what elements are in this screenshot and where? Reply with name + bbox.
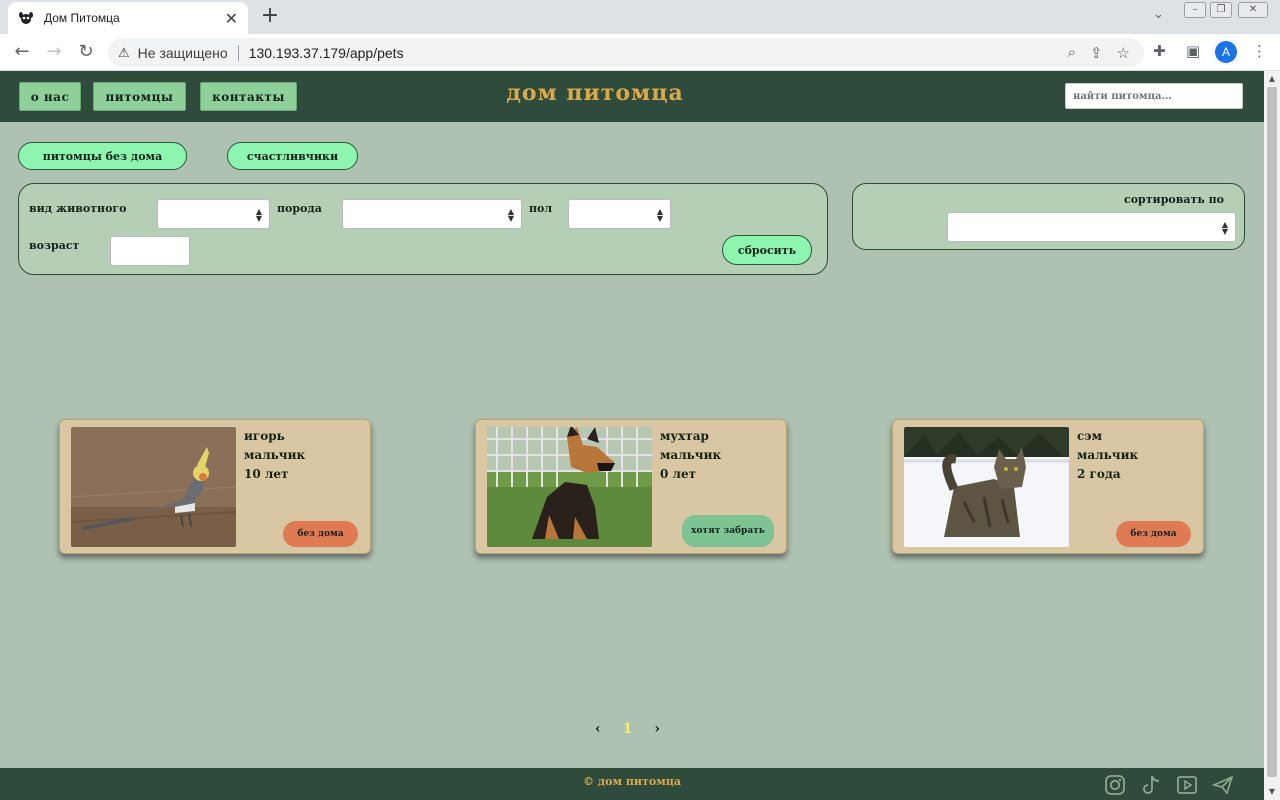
page-scrollbar[interactable]: ▲ ▼ — [1264, 71, 1280, 800]
tab-lucky-pets[interactable]: счастливчики — [227, 142, 358, 170]
new-tab-button[interactable]: + — [258, 4, 282, 28]
side-panel-icon[interactable]: ▣ — [1186, 42, 1200, 60]
status-badge: без дома — [283, 521, 358, 547]
select-arrows-icon: ▲ ▼ — [1221, 220, 1228, 236]
tab-search-chevron-icon[interactable]: ⌄ — [1153, 7, 1164, 22]
forward-icon[interactable]: → — [42, 41, 66, 65]
sort-panel: сортировать по ▲ ▼ — [852, 183, 1245, 250]
sex-label: пол — [529, 202, 553, 215]
tab-homeless-pets[interactable]: питомцы без дома — [18, 142, 187, 170]
next-page-icon[interactable]: › — [654, 721, 660, 737]
pet-age: 0 лет — [660, 467, 697, 481]
site-title[interactable]: дом питомца — [470, 80, 720, 106]
extensions-icon[interactable]: ✚ — [1153, 42, 1166, 60]
pet-name: сэм — [1077, 429, 1103, 443]
site-footer: © дом питомца — [0, 768, 1264, 800]
pet-age: 2 года — [1077, 467, 1121, 481]
zoom-icon[interactable]: ⌕ — [1068, 44, 1076, 62]
bookmark-star-icon[interactable]: ☆ — [1117, 44, 1130, 62]
site-header: о нас питомцы контакты дом питомца — [0, 71, 1264, 122]
status-badge: хотят забрать — [682, 515, 774, 547]
prev-page-icon[interactable]: ‹ — [595, 721, 601, 737]
age-input[interactable] — [110, 236, 190, 266]
tab-close-icon[interactable]: ✕ — [225, 9, 238, 28]
nav-contacts-button[interactable]: контакты — [200, 82, 297, 111]
pet-name: мухтар — [660, 429, 709, 443]
pet-name: игорь — [244, 429, 285, 443]
age-label: возраст — [29, 239, 80, 252]
browser-tab[interactable]: Дом Питомца ✕ — [8, 2, 248, 34]
pet-card[interactable]: мухтар мальчик 0 лет хотят забрать — [475, 419, 787, 554]
species-label: вид животного — [29, 202, 127, 215]
nav-about-button[interactable]: о нас — [19, 82, 81, 111]
pagination: ‹ 1 › — [595, 721, 660, 737]
pet-sex: мальчик — [660, 448, 722, 462]
pet-photo-parrot[interactable] — [71, 427, 236, 547]
restore-icon[interactable]: ❐ — [1210, 2, 1232, 18]
sort-label: сортировать по — [1124, 193, 1224, 206]
breed-select[interactable]: ▲ ▼ — [342, 199, 522, 229]
share-icon[interactable]: ⇪ — [1090, 44, 1103, 62]
telegram-icon[interactable] — [1212, 774, 1234, 796]
warning-icon[interactable]: ⚠ — [118, 45, 130, 61]
nav-pets-button[interactable]: питомцы — [93, 82, 186, 111]
pet-sex: мальчик — [244, 448, 306, 462]
profile-avatar[interactable]: A — [1215, 41, 1237, 63]
browser-tabstrip: Дом Питомца ✕ + ⌄ – ❐ ✕ — [0, 0, 1280, 34]
omnibox-divider — [237, 44, 239, 61]
browser-toolbar: ← → ↻ ⚠ Не защищено 130.193.37.179/app/p… — [0, 34, 1280, 71]
minimize-icon[interactable]: – — [1184, 2, 1206, 18]
scrollbar-thumb[interactable] — [1267, 87, 1277, 777]
scroll-down-icon[interactable]: ▼ — [1264, 787, 1280, 796]
tab-title: Дом Питомца — [44, 11, 120, 25]
tiktok-icon[interactable] — [1140, 774, 1162, 796]
paw-favicon-icon — [19, 12, 33, 24]
instagram-icon[interactable] — [1104, 774, 1126, 796]
sex-select[interactable]: ▲ ▼ — [568, 199, 671, 229]
select-arrows-icon: ▲ ▼ — [656, 207, 663, 223]
pet-photo-dog[interactable] — [487, 427, 652, 547]
status-badge: без дома — [1116, 521, 1191, 547]
search-input[interactable] — [1065, 83, 1243, 109]
youtube-icon[interactable] — [1176, 774, 1198, 796]
select-arrows-icon: ▲ ▼ — [255, 207, 262, 223]
browser-menu-icon[interactable]: ⋮ — [1252, 42, 1267, 60]
page-number-current[interactable]: 1 — [623, 721, 633, 737]
pet-card[interactable]: игорь мальчик 10 лет без дома — [59, 419, 371, 554]
security-label[interactable]: Не защищено — [138, 45, 228, 61]
back-icon[interactable]: ← — [10, 41, 34, 65]
pet-age: 10 лет — [244, 467, 289, 481]
pet-card[interactable]: сэм мальчик 2 года без дома — [892, 419, 1204, 554]
address-bar[interactable]: ⚠ Не защищено 130.193.37.179/app/pets ⌕ … — [108, 38, 1144, 67]
scroll-up-icon[interactable]: ▲ — [1264, 74, 1280, 83]
breed-label: порода — [277, 202, 322, 215]
select-arrows-icon: ▲ ▼ — [507, 207, 514, 223]
reset-button[interactable]: сбросить — [722, 235, 812, 265]
pet-sex: мальчик — [1077, 448, 1139, 462]
sort-select[interactable]: ▲ ▼ — [947, 212, 1236, 242]
page-viewport: о нас питомцы контакты дом питомца питом… — [0, 71, 1264, 800]
close-window-icon[interactable]: ✕ — [1238, 2, 1268, 18]
url-text[interactable]: 130.193.37.179/app/pets — [249, 45, 404, 61]
filter-panel: вид животного ▲ ▼ порода ▲ ▼ пол ▲ ▼ возрас… — [18, 183, 828, 275]
reload-icon[interactable]: ↻ — [74, 41, 98, 65]
copyright-text: © дом питомца — [582, 775, 682, 788]
species-select[interactable]: ▲ ▼ — [157, 199, 270, 229]
pet-photo-cat[interactable] — [904, 427, 1069, 547]
